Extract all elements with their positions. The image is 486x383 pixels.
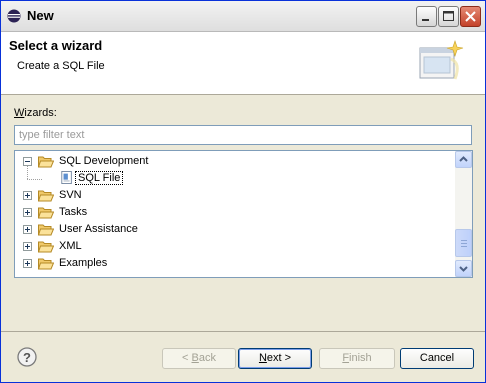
maximize-button[interactable] <box>438 6 459 27</box>
scroll-up-button[interactable] <box>455 151 472 168</box>
back-button[interactable]: < Back <box>162 348 236 369</box>
minimize-button[interactable] <box>416 6 437 27</box>
tree-item-label: User Assistance <box>59 223 138 235</box>
tree-item-label: Examples <box>59 257 108 269</box>
new-wizard-window: New Select a wizard Create a SQL File Wi… <box>0 0 486 383</box>
filter-input[interactable] <box>14 125 472 145</box>
chevron-down-icon <box>459 266 468 272</box>
folder-icon <box>38 207 54 219</box>
window-title: New <box>27 8 54 23</box>
footer-separator <box>1 331 485 332</box>
folder-icon <box>38 241 54 253</box>
banner-title: Select a wizard <box>9 38 103 53</box>
expand-icon[interactable] <box>23 259 32 268</box>
expand-icon[interactable] <box>23 242 32 251</box>
next-button-mnemonic: N <box>258 352 267 364</box>
close-icon <box>465 11 476 22</box>
back-button-mnemonic: B <box>191 352 199 364</box>
scroll-thumb[interactable] <box>455 229 472 257</box>
folder-icon <box>38 224 54 236</box>
wizard-tree[interactable]: SQL Development SQL File SVN Tasks User … <box>14 150 473 278</box>
wizards-label-text: izards: <box>24 107 57 119</box>
folder-icon <box>38 190 54 202</box>
banner-description: Create a SQL File <box>17 60 105 72</box>
vertical-scrollbar[interactable] <box>455 151 472 277</box>
folder-open-icon <box>38 156 54 168</box>
title-bar[interactable]: New <box>1 1 485 32</box>
scroll-down-button[interactable] <box>455 260 472 277</box>
next-button[interactable]: Next > <box>238 348 312 369</box>
wizards-label: Wizards: <box>14 107 57 119</box>
wizards-label-mnemonic: W <box>14 107 25 119</box>
finish-button[interactable]: Finish <box>319 348 395 369</box>
wizard-banner: Select a wizard Create a SQL File <box>1 32 485 95</box>
collapse-icon[interactable] <box>23 157 32 166</box>
tree-item-label: XML <box>59 240 82 252</box>
back-button-text: ack <box>198 352 216 364</box>
tree-item-label: Tasks <box>59 206 88 218</box>
tree-item-tasks[interactable]: Tasks <box>15 204 455 221</box>
maximize-icon <box>443 11 454 21</box>
finish-button-text: inish <box>349 352 372 364</box>
tree-item-label: SQL File <box>75 171 124 185</box>
tree-item-sql-development[interactable]: SQL Development <box>15 153 455 170</box>
tree-item-xml[interactable]: XML <box>15 238 455 255</box>
chevron-up-icon <box>459 156 468 162</box>
eclipse-icon <box>7 9 21 23</box>
tree-item-user-assistance[interactable]: User Assistance <box>15 221 455 238</box>
close-button[interactable] <box>460 6 481 27</box>
sql-file-icon <box>61 171 72 184</box>
minimize-icon <box>422 19 429 21</box>
expand-icon[interactable] <box>23 208 32 217</box>
tree-item-svn[interactable]: SVN <box>15 187 455 204</box>
tree-item-label: SVN <box>59 189 82 201</box>
expand-icon[interactable] <box>23 191 32 200</box>
help-icon[interactable]: ? <box>17 347 37 367</box>
tree-item-label: SQL Development <box>59 155 149 167</box>
folder-icon <box>38 258 54 270</box>
tree-item-examples[interactable]: Examples <box>15 255 455 272</box>
back-button-prefix: < <box>182 352 192 364</box>
expand-icon[interactable] <box>23 225 32 234</box>
new-wizard-banner-icon <box>419 40 464 80</box>
cancel-button[interactable]: Cancel <box>400 348 474 369</box>
svg-text:?: ? <box>23 350 31 365</box>
next-button-text: ext > <box>266 352 292 364</box>
tree-item-sql-file[interactable]: SQL File <box>15 170 455 187</box>
